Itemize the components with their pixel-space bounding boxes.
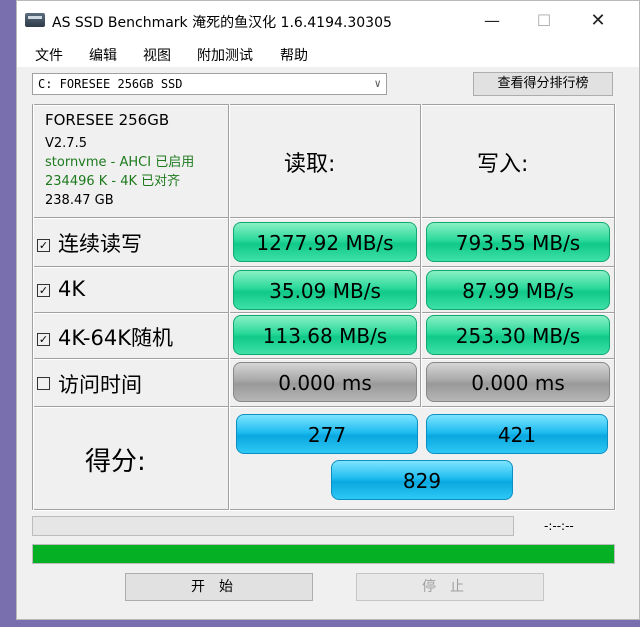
grid-line — [32, 358, 615, 360]
elapsed-time: -:--:-- — [544, 519, 574, 533]
stop-button[interactable]: 停止 — [356, 573, 544, 601]
drive-driver-status: stornvme - AHCI 已启用 — [45, 155, 195, 170]
test-seq-label: 连续读写 — [58, 232, 142, 256]
title-bar[interactable]: AS SSD Benchmark 淹死的鱼汉化 1.6.4194.30305 —… — [17, 1, 639, 41]
window-title: AS SSD Benchmark 淹死的鱼汉化 1.6.4194.30305 — [52, 15, 392, 31]
4k64-write-result: 253.30 MB/s — [426, 315, 610, 355]
grid-line — [32, 266, 615, 268]
grid-line — [32, 104, 34, 510]
write-header: 写入: — [477, 152, 529, 177]
menu-help[interactable]: 帮助 — [280, 45, 308, 65]
read-score: 277 — [236, 414, 418, 454]
grid-line — [32, 509, 615, 511]
grid-line — [32, 104, 615, 106]
4k-read-result: 35.09 MB/s — [233, 270, 417, 310]
seq-read-result: 1277.92 MB/s — [233, 222, 417, 262]
test-4k-label: 4K — [58, 277, 86, 301]
grid-line — [420, 104, 422, 407]
drive-info: FORESEE 256GB V2.7.5 stornvme - AHCI 已启用… — [45, 111, 194, 210]
start-button[interactable]: 开始 — [125, 573, 313, 601]
menu-file[interactable]: 文件 — [35, 45, 63, 65]
score-label: 得分: — [85, 447, 146, 477]
app-window: AS SSD Benchmark 淹死的鱼汉化 1.6.4194.30305 —… — [16, 0, 640, 620]
menu-extra-tests[interactable]: 附加测试 — [197, 45, 253, 65]
drive-model: FORESEE 256GB — [45, 111, 170, 129]
test-access-label: 访问时间 — [58, 373, 142, 397]
access-read-result: 0.000 ms — [233, 362, 417, 402]
checkbox-checked-icon: ✓ — [37, 239, 50, 252]
test-progress-bar — [32, 516, 514, 536]
drive-select[interactable]: C: FORESEE 256GB SSD ∨ — [32, 73, 387, 95]
checkbox-unchecked-icon — [37, 377, 50, 390]
checkbox-checked-icon: ✓ — [37, 333, 50, 346]
write-score: 421 — [426, 414, 608, 454]
menu-bar: 文件 编辑 视图 附加测试 帮助 — [17, 41, 639, 67]
drive-select-value: C: FORESEE 256GB SSD — [38, 77, 183, 91]
drive-alignment-status: 234496 K - 4K 已对齐 — [45, 174, 181, 189]
test-seq-checkbox[interactable]: ✓ 连续读写 — [37, 228, 142, 258]
drive-capacity: 238.47 GB — [45, 193, 114, 208]
total-progress-bar — [32, 544, 615, 564]
test-4k64-label: 4K-64K随机 — [58, 326, 173, 350]
test-4k-checkbox[interactable]: ✓ 4K — [37, 277, 85, 301]
4k-write-result: 87.99 MB/s — [426, 270, 610, 310]
maximize-button[interactable]: ☐ — [529, 7, 559, 35]
menu-edit[interactable]: 编辑 — [89, 45, 117, 65]
close-button[interactable]: ✕ — [583, 7, 613, 35]
4k64-read-result: 113.68 MB/s — [233, 315, 417, 355]
app-icon — [25, 13, 45, 27]
grid-line — [32, 406, 615, 408]
test-access-checkbox[interactable]: 访问时间 — [37, 369, 142, 399]
minimize-button[interactable]: — — [477, 7, 507, 35]
read-header: 读取: — [284, 152, 336, 177]
menu-view[interactable]: 视图 — [143, 45, 171, 65]
grid-line — [32, 217, 615, 219]
total-progress-fill — [33, 545, 614, 563]
total-score: 829 — [331, 460, 513, 500]
drive-firmware: V2.7.5 — [45, 136, 87, 151]
access-write-result: 0.000 ms — [426, 362, 610, 402]
test-4k64-checkbox[interactable]: ✓ 4K-64K随机 — [37, 322, 173, 352]
grid-line — [614, 104, 616, 510]
ranking-button[interactable]: 查看得分排行榜 — [473, 72, 613, 96]
chevron-down-icon: ∨ — [374, 77, 381, 90]
seq-write-result: 793.55 MB/s — [426, 222, 610, 262]
checkbox-checked-icon: ✓ — [37, 284, 50, 297]
grid-line — [228, 104, 230, 510]
grid-line — [32, 312, 615, 314]
